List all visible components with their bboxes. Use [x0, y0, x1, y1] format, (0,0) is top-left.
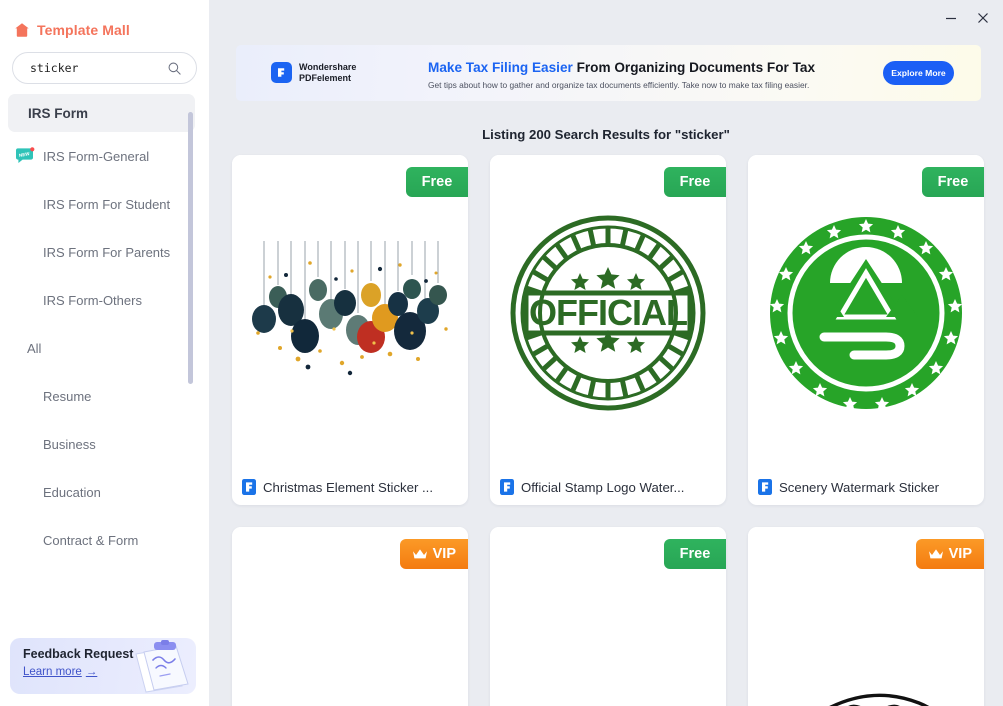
sidebar-scrollbar[interactable] — [188, 112, 193, 384]
template-card[interactable]: VIP — [232, 527, 468, 706]
template-card[interactable]: Free — [748, 155, 984, 505]
card-footer: Official Stamp Logo Water... — [490, 469, 726, 505]
crown-icon — [412, 549, 427, 559]
banner-headline-highlight: Make Tax Filing Easier — [428, 60, 573, 75]
card-title: Official Stamp Logo Water... — [521, 479, 685, 495]
pdf-file-icon — [242, 479, 256, 495]
sidebar-item-label: Education — [43, 484, 101, 500]
minimize-button[interactable] — [937, 6, 965, 30]
status-badge: VIP — [915, 539, 984, 569]
sidebar: Template Mall IRS Form NEW — [0, 0, 209, 706]
feedback-title: Feedback Request — [23, 647, 134, 661]
feedback-request-card[interactable]: Feedback Request Learn more → — [10, 638, 196, 694]
sidebar-item-label: Resume — [43, 388, 92, 404]
status-badge: Free — [664, 167, 726, 197]
feedback-link-label: Learn more — [23, 666, 82, 678]
search-icon[interactable] — [167, 61, 182, 76]
home-icon — [15, 23, 29, 37]
minimize-icon — [946, 17, 956, 20]
card-title: Christmas Element Sticker ... — [263, 479, 434, 495]
crown-icon — [928, 549, 943, 559]
pdf-file-icon — [500, 479, 514, 495]
banner-logo: Wondershare PDFelement — [271, 62, 356, 83]
card-title: Scenery Watermark Sticker — [779, 479, 939, 495]
template-card[interactable]: Free — [232, 155, 468, 505]
template-thumbnail — [232, 155, 468, 470]
sidebar-item-business[interactable]: Business — [0, 420, 209, 468]
results-heading: Listing 200 Search Results for "sticker" — [482, 127, 730, 142]
template-card[interactable]: VIP — [748, 527, 984, 706]
sidebar-active-label: IRS Form — [28, 105, 89, 121]
sidebar-item-label: IRS Form For Parents — [43, 244, 171, 260]
sidebar-item-label: Business — [43, 436, 96, 452]
close-icon — [978, 13, 988, 23]
banner-headline: Make Tax Filing Easier From Organizing D… — [428, 60, 815, 75]
sidebar-item-label: Contract & Form — [43, 532, 139, 548]
svg-text:OFFICIAL: OFFICIAL — [529, 292, 687, 333]
halloween-pumpkin-art: HALLOWEEN — [828, 693, 929, 706]
departure-stamp-art: DEPARTURE — [245, 652, 455, 706]
search-box[interactable] — [12, 52, 197, 84]
status-badge: Free — [664, 539, 726, 569]
results-grid: Free Christmas Element Sticker ... Free … — [232, 155, 992, 706]
sidebar-item-contract-and-form[interactable]: Contract & Form — [0, 516, 209, 564]
sidebar-item-label: IRS Form-General — [43, 148, 150, 164]
christmas-ornaments-art — [252, 240, 448, 375]
banner-subtext: Get tips about how to gather and organiz… — [428, 80, 810, 90]
sidebar-item-label: All — [27, 340, 42, 356]
template-thumbnail — [748, 155, 984, 470]
card-footer: Christmas Element Sticker ... — [232, 469, 468, 505]
status-badge: Free — [406, 167, 468, 197]
official-stamp-art: OFFICIAL — [510, 215, 706, 410]
arrow-right-icon: → — [85, 666, 98, 678]
gift-boxes-art — [513, 672, 703, 706]
banner-headline-rest: From Organizing Documents For Tax — [572, 60, 816, 75]
explore-more-button[interactable]: Explore More — [883, 61, 954, 85]
pdfelement-logo-icon — [271, 62, 292, 83]
banner-brand-line2: PDFelement — [299, 72, 352, 83]
status-badge: Free — [922, 167, 984, 197]
sidebar-item-irs-form-others[interactable]: IRS Form-Others — [0, 276, 209, 324]
sidebar-item-all[interactable]: All — [0, 324, 209, 372]
window-controls — [937, 6, 997, 30]
banner-brand-text: Wondershare PDFelement — [299, 62, 356, 82]
sidebar-item-resume[interactable]: Resume — [0, 372, 209, 420]
sidebar-item-irs-form-general[interactable]: NEW IRS Form-General — [0, 132, 209, 180]
template-card[interactable]: Free — [490, 155, 726, 505]
feedback-learn-more-link[interactable]: Learn more → — [23, 666, 97, 678]
template-mall-window: Template Mall IRS Form NEW — [0, 0, 1003, 706]
brand-label: Template Mall — [37, 22, 130, 38]
badge-label: Free — [937, 174, 969, 190]
close-button[interactable] — [969, 6, 997, 30]
sidebar-item-irs-form[interactable]: IRS Form — [8, 94, 195, 132]
search-container — [0, 44, 209, 84]
sidebar-item-irs-form-for-parents[interactable]: IRS Form For Parents — [0, 228, 209, 276]
badge-label: Free — [679, 174, 711, 190]
sidebar-item-education[interactable]: Education — [0, 468, 209, 516]
badge-label: Free — [679, 546, 711, 562]
banner-brand-line1: Wondershare — [299, 62, 357, 73]
new-badge-icon: NEW — [16, 147, 35, 163]
badge-label: Free — [421, 174, 453, 190]
promo-banner[interactable]: Wondershare PDFelement Make Tax Filing E… — [236, 45, 981, 101]
search-input[interactable] — [13, 54, 153, 82]
main-content: Wondershare PDFelement Make Tax Filing E… — [209, 0, 1003, 706]
survey-clipboard-icon — [135, 640, 189, 693]
badge-label: VIP — [948, 546, 972, 562]
template-card[interactable]: Free — [490, 527, 726, 706]
status-badge: VIP — [399, 539, 468, 569]
badge-label: VIP — [432, 546, 456, 562]
sidebar-nav: IRS Form NEW IRS Form-General IRS Form F… — [0, 94, 209, 564]
brand-header[interactable]: Template Mall — [0, 0, 209, 44]
sidebar-item-label: IRS Form For Student — [43, 196, 171, 212]
scenery-mountain-art — [769, 216, 963, 410]
card-footer: Scenery Watermark Sticker — [748, 469, 984, 505]
template-thumbnail: OFFICIAL — [490, 155, 726, 470]
sidebar-item-irs-form-for-student[interactable]: IRS Form For Student — [0, 180, 209, 228]
sidebar-item-label: IRS Form-Others — [43, 292, 142, 308]
pdf-file-icon — [758, 479, 772, 495]
